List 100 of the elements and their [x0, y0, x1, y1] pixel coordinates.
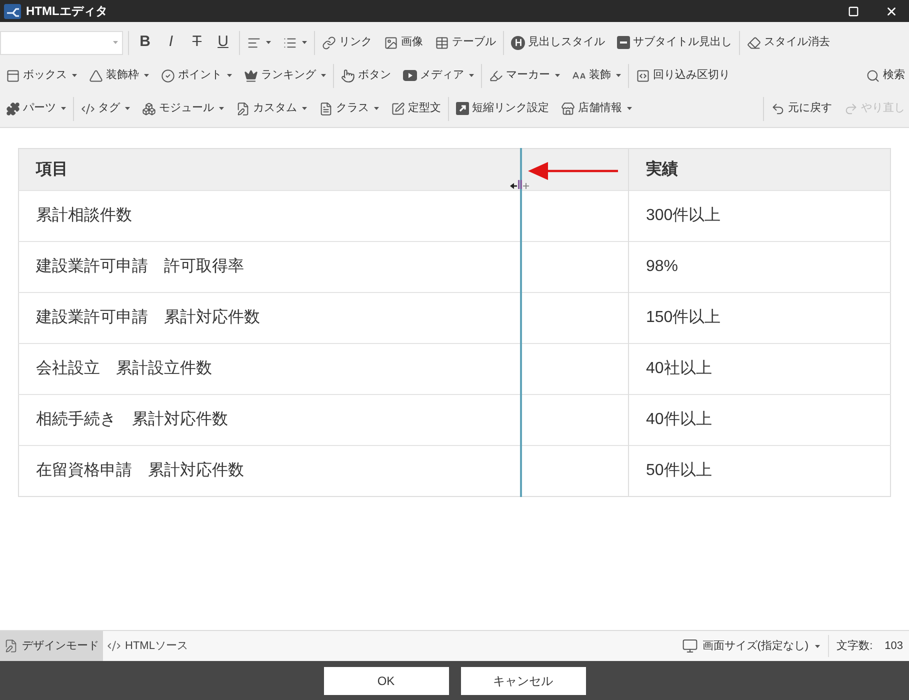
resize-cursor-icon [509, 178, 531, 192]
code-icon [81, 102, 95, 116]
screen-size-dropdown[interactable]: 画面サイズ(指定なし) [678, 631, 824, 661]
table-cell: 150件以上 [628, 292, 890, 344]
dropdown-button[interactable]: マーカー [487, 64, 562, 88]
dropdown-button[interactable]: 店舗情報 [559, 96, 634, 120]
dropdown-button[interactable]: ボックス [4, 64, 79, 88]
toolbar-button[interactable]: 定型文 [389, 96, 443, 120]
triangle-icon [89, 68, 103, 82]
heading-icon [511, 36, 525, 50]
square-arrow-icon [456, 102, 469, 115]
char-count-value: 103 [884, 638, 903, 654]
table-cell: 在留資格申請 累計対応件数 [18, 446, 628, 496]
toolbar-button[interactable]: ボタン [339, 64, 393, 88]
code-icon [107, 639, 121, 653]
dropdown-button[interactable]: カスタム [234, 96, 309, 120]
table-cell: 40社以上 [628, 344, 890, 394]
dropdown-button[interactable]: メディア [401, 64, 476, 88]
table-cell: 50件以上 [628, 446, 890, 496]
toolbar-button[interactable]: 元に戻す [769, 96, 834, 120]
table-cell: 98% [628, 242, 890, 292]
dropdown-button[interactable]: モジュール [140, 96, 226, 120]
caret-icon [266, 41, 271, 44]
eraser-icon [747, 36, 761, 50]
document-pen-icon [236, 102, 250, 116]
document-pen-icon [4, 639, 18, 653]
caret-icon [227, 74, 232, 77]
table-cell: 累計相談件数 [18, 190, 628, 242]
toolbar-button[interactable]: 見出しスタイル [509, 30, 607, 54]
caret-icon [814, 644, 820, 648]
toolbar-button[interactable]: スタイル消去 [745, 30, 832, 54]
puzzle-icon [6, 102, 20, 116]
check-circle-icon [161, 68, 175, 82]
mode-tab[interactable]: デザインモード [0, 631, 103, 661]
dropdown-button[interactable]: 装飾枠 [87, 64, 151, 88]
window-title: HTMLエディタ [26, 3, 108, 20]
caret-icon [627, 107, 632, 110]
caret-icon [302, 41, 307, 44]
caret-icon [219, 107, 224, 110]
align-left-icon [247, 36, 261, 50]
table-cell: 相続手続き 累計対応件数 [18, 394, 628, 446]
caret-icon [113, 41, 118, 44]
dropdown-button[interactable]: 装飾 [570, 64, 623, 88]
caret-icon [555, 74, 560, 77]
maximize-icon [848, 6, 858, 16]
monitor-icon [682, 638, 698, 654]
caret-icon [321, 74, 326, 77]
panel-icon [6, 68, 20, 82]
table-cell: 建設業許可申請 許可取得率 [18, 242, 628, 292]
caret-icon [374, 107, 379, 110]
toolbar-button[interactable]: 短縮リンク設定 [454, 96, 551, 120]
edit-icon [391, 102, 405, 116]
redo-icon [844, 102, 858, 116]
caret-icon [144, 74, 149, 77]
crown-icon [244, 68, 258, 82]
caret-icon [616, 74, 621, 77]
document-icon [319, 102, 333, 116]
dropdown-button[interactable]: クラス [317, 96, 381, 120]
close-icon [884, 4, 898, 18]
toolbar-button[interactable]: 画像 [382, 30, 425, 54]
dialog-button[interactable]: キャンセル [460, 666, 586, 694]
caret-icon [302, 107, 307, 110]
table-icon [435, 36, 449, 50]
dropdown-button[interactable]: ポイント [159, 64, 234, 88]
dialog-button[interactable]: OK [324, 666, 448, 694]
table-cell: 会社設立 累計設立件数 [18, 344, 628, 394]
search-icon [866, 68, 880, 82]
dropdown-button[interactable]: ランキング [242, 64, 328, 88]
code-box-icon [636, 68, 650, 82]
toolbar-button[interactable]: テーブル [433, 30, 498, 54]
table-cell: 40件以上 [628, 394, 890, 446]
italic-button[interactable]: I [160, 30, 182, 54]
toolbar-button[interactable]: サブタイトル見出し [615, 30, 734, 54]
caret-icon [72, 74, 77, 77]
dropdown-button[interactable]: パーツ [4, 96, 68, 120]
mode-tab[interactable]: HTMLソース [103, 631, 192, 661]
highlighter-icon [489, 68, 503, 82]
caret-icon [469, 74, 474, 77]
caret-icon [61, 107, 66, 110]
strikethrough-button[interactable]: T [186, 30, 208, 54]
square-minus-icon [617, 36, 630, 49]
dropdown-button[interactable]: タグ [79, 96, 132, 120]
table-cell: 建設業許可申請 累計対応件数 [18, 292, 628, 344]
toolbar-button[interactable]: 回り込み区切り [634, 64, 732, 88]
toolbar-button[interactable]: リンク [320, 30, 374, 54]
toolbar-button[interactable]: 検索 [864, 64, 907, 88]
app-icon [4, 4, 21, 18]
play-icon [403, 70, 417, 81]
pointer-hand-icon [341, 68, 355, 82]
image-icon [384, 36, 398, 50]
link-icon [322, 36, 336, 50]
caret-icon [125, 107, 130, 110]
column-header: 項目 [36, 160, 68, 178]
bold-button[interactable]: B [134, 30, 156, 54]
store-icon [561, 102, 575, 116]
underline-button[interactable]: U [212, 30, 234, 54]
undo-icon [771, 102, 785, 116]
boxes-icon [142, 102, 156, 116]
char-count-label: 文字数: [836, 638, 873, 654]
column-header: 実績 [646, 160, 678, 178]
